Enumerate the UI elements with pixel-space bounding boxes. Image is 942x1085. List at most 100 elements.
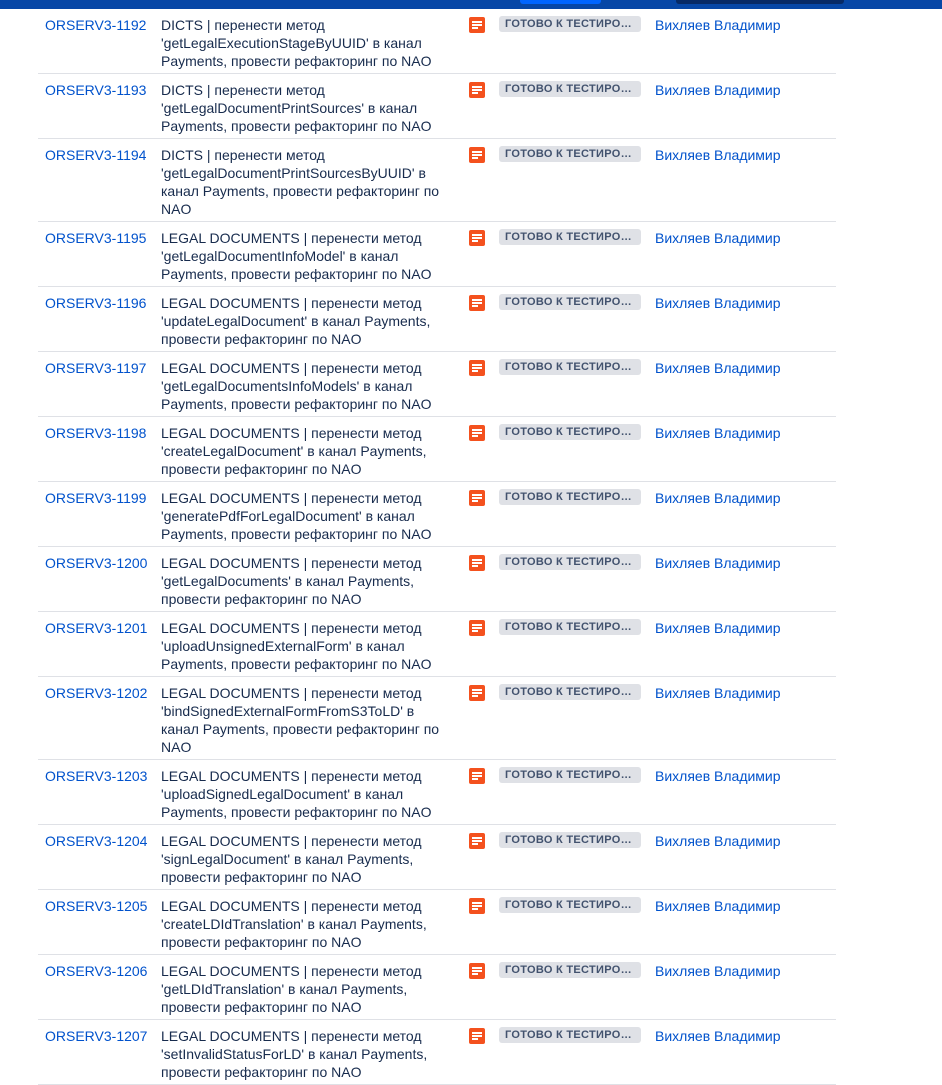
issue-key-link[interactable]: ORSERV3-1200 [45, 554, 147, 572]
issue-key-link[interactable]: ORSERV3-1207 [45, 1027, 147, 1045]
table-row: ORSERV3-1204 LEGAL DOCUMENTS | перенести … [38, 825, 836, 890]
assignee-link[interactable]: Вихляев Владимир [655, 767, 781, 785]
table-row: ORSERV3-1198 LEGAL DOCUMENTS | перенести … [38, 417, 836, 482]
task-icon [469, 230, 485, 246]
table-row: ORSERV3-1194 DICTS | перенести метод 'get… [38, 139, 836, 222]
issue-summary: LEGAL DOCUMENTS | перенести метод 'getLe… [161, 360, 432, 412]
task-icon [469, 17, 485, 33]
task-icon [469, 833, 485, 849]
issue-summary: LEGAL DOCUMENTS | перенести метод 'setIn… [161, 1028, 428, 1080]
assignee-link[interactable]: Вихляев Владимир [655, 1027, 781, 1045]
table-row: ORSERV3-1195 LEGAL DOCUMENTS | перенести … [38, 222, 836, 287]
status-badge: ГОТОВО К ТЕСТИРОВАНИЮ [499, 146, 641, 162]
status-badge: ГОТОВО К ТЕСТИРОВАНИЮ [499, 554, 641, 570]
issue-key-link[interactable]: ORSERV3-1198 [45, 424, 146, 442]
issue-key-link[interactable]: ORSERV3-1197 [45, 359, 146, 377]
task-icon [469, 147, 485, 163]
assignee-link[interactable]: Вихляев Владимир [655, 229, 781, 247]
assignee-link[interactable]: Вихляев Владимир [655, 359, 781, 377]
status-badge: ГОТОВО К ТЕСТИРОВАНИЮ [499, 229, 641, 245]
issue-summary: LEGAL DOCUMENTS | перенести метод 'uploa… [161, 768, 432, 820]
assignee-link[interactable]: Вихляев Владимир [655, 554, 781, 572]
issue-summary: LEGAL DOCUMENTS | перенести метод 'updat… [161, 295, 431, 347]
table-row: ORSERV3-1203 LEGAL DOCUMENTS | перенести … [38, 760, 836, 825]
task-icon [469, 82, 485, 98]
issue-summary: LEGAL DOCUMENTS | перенести метод 'getLD… [161, 963, 422, 1015]
task-icon [469, 555, 485, 571]
status-badge: ГОТОВО К ТЕСТИРОВАНИЮ [499, 897, 641, 913]
task-icon [469, 1028, 485, 1044]
status-badge: ГОТОВО К ТЕСТИРОВАНИЮ [499, 424, 641, 440]
assignee-link[interactable]: Вихляев Владимир [655, 619, 781, 637]
task-icon [469, 768, 485, 784]
assignee-link[interactable]: Вихляев Владимир [655, 81, 781, 99]
issue-key-link[interactable]: ORSERV3-1193 [45, 81, 146, 99]
status-badge: ГОТОВО К ТЕСТИРОВАНИЮ [499, 684, 641, 700]
create-button[interactable] [520, 0, 601, 4]
task-icon [469, 685, 485, 701]
status-badge: ГОТОВО К ТЕСТИРОВАНИЮ [499, 767, 641, 783]
issue-key-link[interactable]: ORSERV3-1194 [45, 146, 146, 164]
assignee-link[interactable]: Вихляев Владимир [655, 832, 781, 850]
issue-summary: LEGAL DOCUMENTS | перенести метод 'creat… [161, 425, 427, 477]
status-badge: ГОТОВО К ТЕСТИРОВАНИЮ [499, 359, 641, 375]
table-row: ORSERV3-1201 LEGAL DOCUMENTS | перенести … [38, 612, 836, 677]
task-icon [469, 425, 485, 441]
assignee-link[interactable]: Вихляев Владимир [655, 897, 781, 915]
table-row: ORSERV3-1207 LEGAL DOCUMENTS | перенести … [38, 1020, 836, 1085]
status-badge: ГОТОВО К ТЕСТИРОВАНИЮ [499, 294, 641, 310]
assignee-link[interactable]: Вихляев Владимир [655, 684, 781, 702]
issue-summary: DICTS | перенести метод 'getLegalExecuti… [161, 17, 432, 69]
search-input[interactable] [676, 0, 844, 4]
issue-summary: LEGAL DOCUMENTS | перенести метод 'creat… [161, 898, 427, 950]
table-row: ORSERV3-1196 LEGAL DOCUMENTS | перенести … [38, 287, 836, 352]
status-badge: ГОТОВО К ТЕСТИРОВАНИЮ [499, 489, 641, 505]
assignee-link[interactable]: Вихляев Владимир [655, 146, 781, 164]
table-row: ORSERV3-1200 LEGAL DOCUMENTS | перенести … [38, 547, 836, 612]
status-badge: ГОТОВО К ТЕСТИРОВАНИЮ [499, 81, 641, 97]
issue-key-link[interactable]: ORSERV3-1203 [45, 767, 147, 785]
issue-list: ORSERV3-1192 DICTS | перенести метод 'get… [38, 9, 836, 1085]
issue-key-link[interactable]: ORSERV3-1195 [45, 229, 146, 247]
issue-summary: LEGAL DOCUMENTS | перенести метод 'getLe… [161, 230, 432, 282]
assignee-link[interactable]: Вихляев Владимир [655, 962, 781, 980]
issue-summary: LEGAL DOCUMENTS | перенести метод 'getLe… [161, 555, 422, 607]
issue-key-link[interactable]: ORSERV3-1206 [45, 962, 147, 980]
top-navigation-bar [0, 0, 942, 9]
table-row: ORSERV3-1199 LEGAL DOCUMENTS | перенести … [38, 482, 836, 547]
issue-key-link[interactable]: ORSERV3-1196 [45, 294, 146, 312]
issue-summary: LEGAL DOCUMENTS | перенести метод 'bindS… [161, 685, 440, 755]
status-badge: ГОТОВО К ТЕСТИРОВАНИЮ [499, 962, 641, 978]
table-row: ORSERV3-1192 DICTS | перенести метод 'get… [38, 9, 836, 74]
task-icon [469, 360, 485, 376]
assignee-link[interactable]: Вихляев Владимир [655, 424, 781, 442]
issue-summary: DICTS | перенести метод 'getLegalDocumen… [161, 82, 432, 134]
task-icon [469, 620, 485, 636]
status-badge: ГОТОВО К ТЕСТИРОВАНИЮ [499, 832, 641, 848]
table-row: ORSERV3-1205 LEGAL DOCUMENTS | перенести … [38, 890, 836, 955]
task-icon [469, 295, 485, 311]
issue-key-link[interactable]: ORSERV3-1201 [45, 619, 147, 637]
status-badge: ГОТОВО К ТЕСТИРОВАНИЮ [499, 619, 641, 635]
issue-summary: LEGAL DOCUMENTS | перенести метод 'gener… [161, 490, 432, 542]
task-icon [469, 963, 485, 979]
issue-key-link[interactable]: ORSERV3-1192 [45, 16, 146, 34]
task-icon [469, 898, 485, 914]
task-icon [469, 490, 485, 506]
table-row: ORSERV3-1197 LEGAL DOCUMENTS | перенести … [38, 352, 836, 417]
issue-key-link[interactable]: ORSERV3-1204 [45, 832, 147, 850]
assignee-link[interactable]: Вихляев Владимир [655, 489, 781, 507]
assignee-link[interactable]: Вихляев Владимир [655, 294, 781, 312]
status-badge: ГОТОВО К ТЕСТИРОВАНИЮ [499, 1027, 641, 1043]
assignee-link[interactable]: Вихляев Владимир [655, 16, 781, 34]
issue-key-link[interactable]: ORSERV3-1202 [45, 684, 147, 702]
issue-key-link[interactable]: ORSERV3-1199 [45, 489, 146, 507]
table-row: ORSERV3-1193 DICTS | перенести метод 'get… [38, 74, 836, 139]
status-badge: ГОТОВО К ТЕСТИРОВАНИЮ [499, 16, 641, 32]
issue-summary: LEGAL DOCUMENTS | перенести метод 'signL… [161, 833, 422, 885]
table-row: ORSERV3-1206 LEGAL DOCUMENTS | перенести … [38, 955, 836, 1020]
issue-summary: DICTS | перенести метод 'getLegalDocumen… [161, 147, 440, 217]
table-row: ORSERV3-1202 LEGAL DOCUMENTS | перенести … [38, 677, 836, 760]
issue-key-link[interactable]: ORSERV3-1205 [45, 897, 147, 915]
issue-summary: LEGAL DOCUMENTS | перенести метод 'uploa… [161, 620, 432, 672]
